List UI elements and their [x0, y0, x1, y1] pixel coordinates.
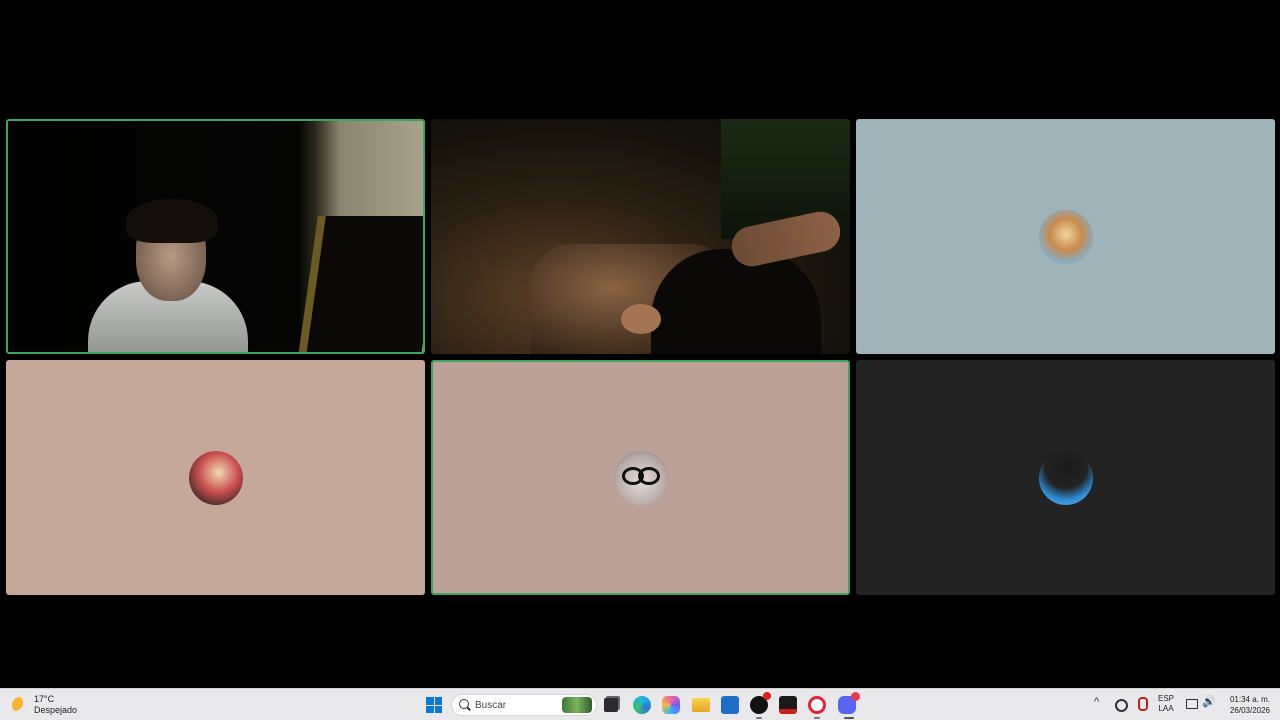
start-icon[interactable]	[426, 697, 442, 713]
store-icon[interactable]	[721, 696, 739, 714]
volume-icon[interactable]: 🔊	[1202, 695, 1216, 709]
whale-avatar	[1038, 450, 1093, 505]
search-placeholder: Buscar	[475, 700, 507, 711]
show-hidden-icons-chevron-icon[interactable]: ^	[1094, 696, 1108, 710]
clock-date: 26/03/2026	[1229, 706, 1270, 715]
cat-glasses-avatar	[613, 450, 668, 505]
file-explorer-icon[interactable]	[692, 698, 710, 712]
participant-tile-camera-2[interactable]	[431, 119, 850, 354]
discord-icon[interactable]	[838, 692, 860, 714]
camera-feed	[8, 121, 423, 352]
taskbar: 17°C Despejado Buscar ^ ESP LAA 🔊 01:34 …	[0, 688, 1280, 720]
search-highlight-image	[562, 697, 592, 713]
microphone-icon[interactable]	[1138, 697, 1148, 711]
voicemeeter-icon[interactable]	[779, 696, 797, 714]
search-icon	[459, 699, 469, 709]
couple-avatar	[188, 450, 243, 505]
camera-feed	[431, 119, 850, 354]
opera-running-indicator	[814, 717, 820, 719]
network-icon[interactable]	[1186, 699, 1198, 709]
background-door	[298, 216, 423, 352]
participant-tile-avatar-5[interactable]	[431, 360, 850, 595]
steam-running-indicator	[756, 717, 762, 719]
person-hand	[621, 304, 661, 334]
screen: 17°C Despejado Buscar ^ ESP LAA 🔊 01:34 …	[0, 0, 1280, 720]
language-indicator[interactable]: ESP LAA	[1158, 694, 1174, 714]
participant-tile-avatar-3[interactable]	[856, 119, 1275, 354]
participant-tile-camera-1[interactable]	[6, 119, 425, 354]
person-silhouette	[651, 249, 821, 354]
weather-condition: Despejado	[34, 705, 78, 715]
edge-icon[interactable]	[633, 696, 651, 714]
bird-avatar	[1038, 209, 1093, 264]
clock[interactable]: 01:34 a. m. 26/03/2026	[1222, 694, 1270, 716]
clock-time: 01:34 a. m.	[1229, 695, 1270, 704]
copilot-icon[interactable]	[662, 696, 680, 714]
participant-tile-avatar-4[interactable]	[6, 360, 425, 595]
moon-icon	[12, 697, 28, 713]
weather-temperature: 17°C	[34, 694, 55, 704]
onedrive-icon[interactable]	[1115, 699, 1128, 712]
discord-active-indicator	[844, 717, 854, 719]
weather-widget[interactable]: 17°C Despejado	[12, 693, 77, 717]
participant-tile-avatar-6[interactable]	[856, 360, 1275, 595]
opera-gx-icon[interactable]	[808, 696, 826, 714]
steam-icon[interactable]	[750, 692, 771, 714]
person-hair	[126, 199, 218, 243]
search-box[interactable]: Buscar	[451, 694, 597, 716]
task-view-icon[interactable]	[604, 698, 618, 712]
